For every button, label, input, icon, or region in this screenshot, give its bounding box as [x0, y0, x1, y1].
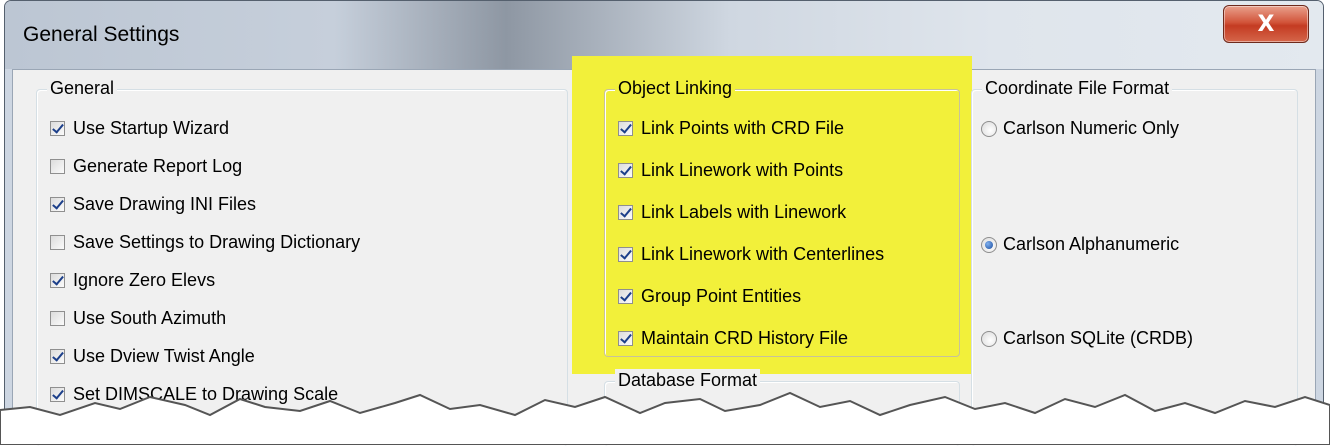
radio-label: Carlson Alphanumeric	[1003, 234, 1180, 254]
window-title: General Settings	[23, 23, 180, 46]
checkbox-label: Link Linework with Centerlines	[641, 244, 885, 264]
checkbox-label: Use Dview Twist Angle	[73, 346, 255, 366]
radio-selected[interactable]	[981, 236, 997, 253]
checkbox-row[interactable]: Use South Azimuth	[50, 308, 226, 329]
checkbox-checked[interactable]	[50, 197, 65, 212]
radio-label: Carlson Numeric Only	[1003, 118, 1180, 138]
close-button[interactable]: X	[1223, 5, 1309, 43]
checkbox-row[interactable]: Ignore Zero Elevs	[50, 270, 215, 291]
radio-unselected[interactable]	[981, 120, 997, 137]
radio-row[interactable]: Carlson SQLite (CRDB)	[981, 328, 1193, 349]
checkbox-checked[interactable]	[618, 163, 633, 178]
radio-row[interactable]: Carlson Numeric Only	[981, 118, 1179, 139]
checkbox-label: Maintain CRD History File	[641, 328, 849, 348]
radio-unselected[interactable]	[981, 330, 997, 347]
checkbox-row[interactable]: Link Labels with Linework	[618, 202, 846, 223]
checkbox-unchecked[interactable]	[50, 159, 65, 174]
checkbox-label: Ignore Zero Elevs	[73, 270, 216, 290]
checkbox-row[interactable]: Maintain CRD History File	[618, 328, 848, 349]
torn-edge-decoration	[0, 391, 1330, 445]
checkbox-label: Use Startup Wizard	[73, 118, 230, 138]
checkbox-label: Group Point Entities	[641, 286, 802, 306]
checkbox-checked[interactable]	[50, 273, 65, 288]
object-linking-group-label: Object Linking	[615, 77, 736, 99]
close-icon: X	[1257, 11, 1275, 37]
checkbox-row[interactable]: Link Points with CRD File	[618, 118, 844, 139]
checkbox-row[interactable]: Use Startup Wizard	[50, 118, 229, 139]
checkbox-unchecked[interactable]	[50, 235, 65, 250]
checkbox-row[interactable]: Group Point Entities	[618, 286, 801, 307]
coordinate-file-format-group-label: Coordinate File Format	[982, 77, 1173, 99]
checkbox-label: Save Drawing INI Files	[73, 194, 257, 214]
checkbox-checked[interactable]	[618, 121, 633, 136]
checkbox-row[interactable]: Save Drawing INI Files	[50, 194, 256, 215]
checkbox-checked[interactable]	[618, 205, 633, 220]
checkbox-label: Link Points with CRD File	[641, 118, 845, 138]
checkbox-checked[interactable]	[50, 121, 65, 136]
checkbox-checked[interactable]	[50, 349, 65, 364]
checkbox-checked[interactable]	[618, 247, 633, 262]
checkbox-label: Link Linework with Points	[641, 160, 844, 180]
checkbox-row[interactable]: Save Settings to Drawing Dictionary	[50, 232, 360, 253]
checkbox-label: Use South Azimuth	[73, 308, 227, 328]
checkbox-label: Generate Report Log	[73, 156, 243, 176]
checkbox-checked[interactable]	[618, 331, 633, 346]
checkbox-row[interactable]: Use Dview Twist Angle	[50, 346, 255, 367]
radio-row[interactable]: Carlson Alphanumeric	[981, 234, 1179, 255]
radio-label: Carlson SQLite (CRDB)	[1003, 328, 1194, 348]
checkbox-row[interactable]: Generate Report Log	[50, 156, 242, 177]
checkbox-label: Save Settings to Drawing Dictionary	[73, 232, 361, 252]
checkbox-row[interactable]: Link Linework with Centerlines	[618, 244, 884, 265]
checkbox-unchecked[interactable]	[50, 311, 65, 326]
checkbox-checked[interactable]	[618, 289, 633, 304]
checkbox-row[interactable]: Link Linework with Points	[618, 160, 843, 181]
checkbox-label: Link Labels with Linework	[641, 202, 847, 222]
general-group-label: General	[47, 77, 118, 99]
